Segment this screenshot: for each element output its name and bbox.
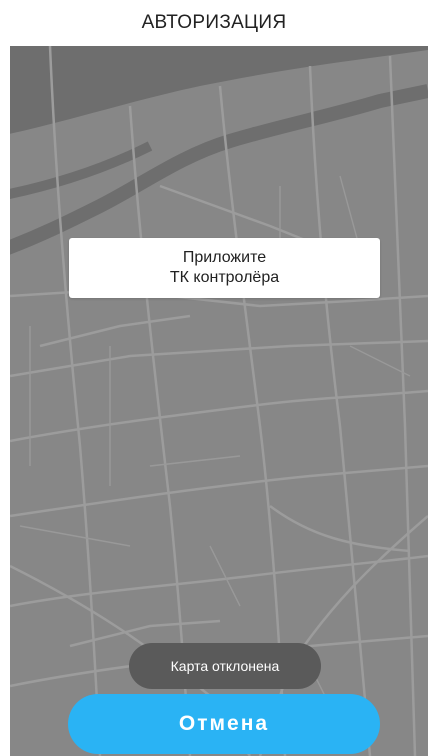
prompt-line-2: ТК контролёра: [169, 269, 280, 286]
cancel-button-label: Отмена: [178, 712, 270, 735]
toast-text: Карта отклонена: [170, 658, 280, 674]
cancel-button[interactable]: Отмена: [68, 694, 380, 754]
tap-card-prompt: Приложите ТК контролёра: [69, 238, 380, 298]
app-header: АВТОРИЗАЦИЯ: [0, 0, 428, 46]
map-river: [10, 46, 428, 134]
card-rejected-toast: Карта отклонена: [129, 643, 321, 689]
prompt-line-1: Приложите: [182, 249, 267, 266]
page-title: АВТОРИЗАЦИЯ: [141, 12, 287, 33]
